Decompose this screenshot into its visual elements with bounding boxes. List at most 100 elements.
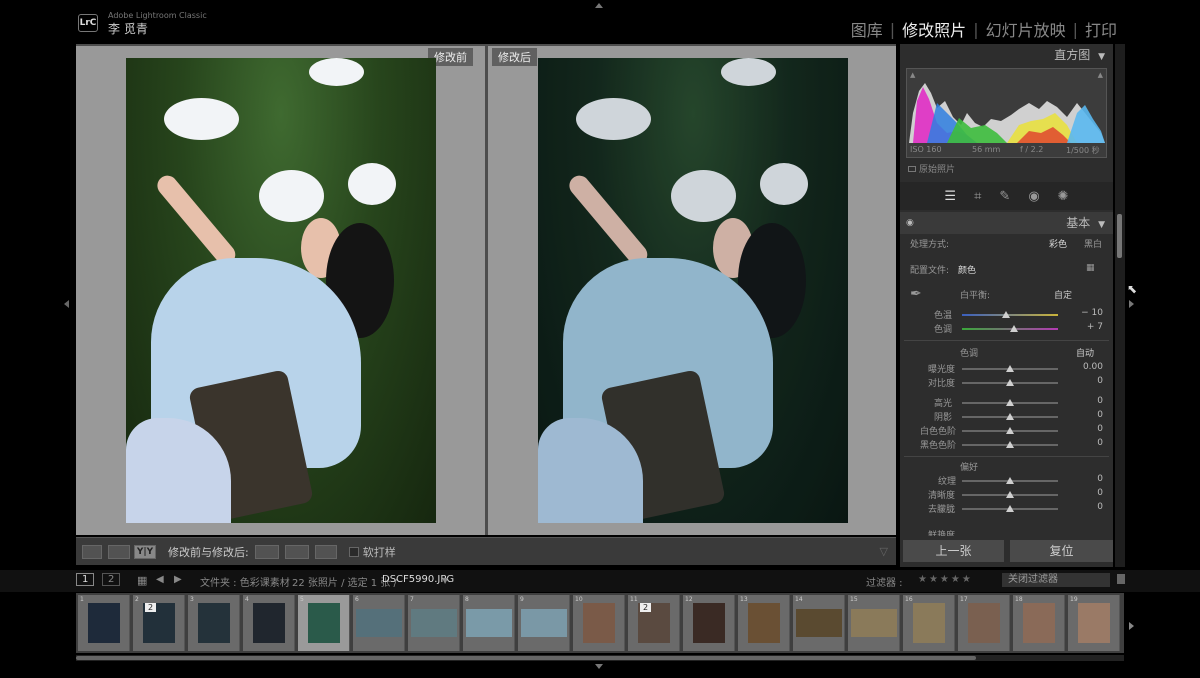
scrollbar-thumb[interactable]	[1117, 214, 1122, 258]
basic-header[interactable]: ◉ 基本 ▼	[900, 212, 1113, 234]
texture-slider-thumb[interactable]	[1006, 477, 1014, 484]
clarity-slider[interactable]	[962, 491, 1058, 498]
filmstrip-thumbnail[interactable]: 17	[958, 595, 1010, 651]
scrollbar-thumb[interactable]	[76, 656, 976, 660]
filmstrip-thumbnail[interactable]: 1	[78, 595, 130, 651]
filmstrip-thumbnail[interactable]: 18	[1013, 595, 1065, 651]
tint-slider-thumb[interactable]	[1010, 325, 1018, 332]
collapse-bottom-panel-icon[interactable]	[595, 664, 603, 669]
shadows-slider-thumb[interactable]	[1006, 413, 1014, 420]
grid-icon[interactable]: ▦	[137, 574, 147, 587]
filmstrip-scrollbar[interactable]	[76, 655, 1124, 661]
clarity-slider-thumb[interactable]	[1006, 491, 1014, 498]
module-develop[interactable]: 修改照片	[895, 17, 973, 41]
filter-select[interactable]: 关闭过滤器	[1002, 573, 1110, 587]
dehaze-value[interactable]: 0	[1097, 502, 1103, 512]
filmstrip-thumbnail[interactable]: 13	[738, 595, 790, 651]
forward-arrow-icon[interactable]: ▶	[174, 574, 182, 585]
after-view[interactable]: 修改后	[488, 46, 896, 535]
temp-slider-thumb[interactable]	[1002, 311, 1010, 318]
temp-value[interactable]: − 10	[1081, 308, 1103, 318]
filmstrip[interactable]: 1 2 2 3 4 5 6 7 8 9 10 11 2 12 13 14 15 16 17 18 19	[76, 593, 1124, 653]
right-panel-scrollbar[interactable]	[1115, 44, 1125, 567]
filmstrip-thumbnail[interactable]: 8	[463, 595, 515, 651]
collapse-top-panel-icon[interactable]	[595, 3, 603, 8]
highlights-slider[interactable]	[962, 399, 1058, 406]
filmstrip-thumbnail[interactable]: 4	[243, 595, 295, 651]
treatment-color[interactable]: 彩色	[1049, 237, 1067, 250]
tint-slider[interactable]	[962, 325, 1058, 332]
exposure-slider[interactable]	[962, 365, 1058, 372]
blacks-value[interactable]: 0	[1097, 438, 1103, 448]
treatment-bw[interactable]: 黑白	[1084, 237, 1102, 250]
blacks-slider[interactable]	[962, 441, 1058, 448]
crop-icon[interactable]: ⌗	[974, 189, 981, 204]
back-arrow-icon[interactable]: ◀	[156, 574, 164, 585]
highlight-clipping-icon[interactable]: ▲	[1098, 71, 1103, 79]
filmstrip-thumbnail[interactable]: 7	[408, 595, 460, 651]
copy-before-to-after-button[interactable]	[254, 544, 279, 559]
temp-slider[interactable]	[962, 311, 1058, 318]
rating-filter-stars[interactable]: ★★★★★	[918, 574, 973, 585]
soft-proof-checkbox[interactable]	[348, 546, 359, 557]
texture-slider[interactable]	[962, 477, 1058, 484]
filmstrip-thumbnail[interactable]: 14	[793, 595, 845, 651]
texture-value[interactable]: 0	[1097, 474, 1103, 484]
filmstrip-thumbnail[interactable]: 19	[1068, 595, 1120, 651]
filter-lock-icon[interactable]	[1117, 574, 1125, 584]
filmstrip-thumbnail[interactable]: 11 2	[628, 595, 680, 651]
shadow-clipping-icon[interactable]: ▲	[910, 71, 915, 79]
histogram-header[interactable]: 直方图 ▼	[900, 44, 1113, 66]
original-photo-toggle[interactable]: 原始照片	[908, 162, 955, 175]
tint-value[interactable]: + 7	[1087, 322, 1103, 332]
filename-dropdown-icon[interactable]: ▼	[442, 576, 448, 585]
healing-icon[interactable]: ✎	[999, 189, 1010, 204]
masking-icon[interactable]: ✺	[1058, 189, 1069, 204]
contrast-value[interactable]: 0	[1097, 376, 1103, 386]
exposure-value[interactable]: 0.00	[1083, 362, 1103, 372]
stack-count-badge[interactable]: 2	[640, 603, 652, 612]
stack-count-badge[interactable]: 2	[145, 603, 157, 612]
whites-slider[interactable]	[962, 427, 1058, 434]
swap-before-after-button[interactable]	[314, 544, 337, 559]
red-eye-icon[interactable]: ◉	[1028, 189, 1039, 204]
filmstrip-thumbnail[interactable]: 3	[188, 595, 240, 651]
grid-view-button[interactable]	[108, 544, 130, 559]
module-print[interactable]: 打印	[1078, 17, 1124, 41]
clarity-value[interactable]: 0	[1097, 488, 1103, 498]
contrast-slider[interactable]	[962, 379, 1058, 386]
highlights-value[interactable]: 0	[1097, 396, 1103, 406]
profile-browser-icon[interactable]: ▦	[1086, 263, 1095, 273]
highlights-slider-thumb[interactable]	[1006, 399, 1014, 406]
filmstrip-thumbnail[interactable]: 22	[133, 595, 185, 651]
toolbar-menu-icon[interactable]: ▽	[880, 545, 888, 558]
exposure-slider-thumb[interactable]	[1006, 365, 1014, 372]
monitor-1-button[interactable]: 1	[76, 573, 95, 586]
collapse-left-panel-icon[interactable]	[64, 300, 69, 308]
eye-icon[interactable]: ◉	[906, 212, 914, 234]
tone-auto-button[interactable]: 自动	[1076, 346, 1094, 359]
before-after-view-button[interactable]: Y|Y	[134, 544, 156, 559]
shadows-value[interactable]: 0	[1097, 410, 1103, 420]
whites-slider-thumb[interactable]	[1006, 427, 1014, 434]
before-view[interactable]: 修改前	[76, 46, 485, 535]
dehaze-slider-thumb[interactable]	[1006, 505, 1014, 512]
filmstrip-thumbnail[interactable]: 9	[518, 595, 570, 651]
source-folder[interactable]: 文件夹 : 色彩课素材	[200, 574, 290, 589]
whites-value[interactable]: 0	[1097, 424, 1103, 434]
reset-button[interactable]: 复位	[1010, 540, 1113, 562]
module-slideshow[interactable]: 幻灯片放映	[979, 17, 1073, 41]
wb-select[interactable]: 自定	[1054, 288, 1072, 301]
eyedropper-icon[interactable]: ✒	[910, 286, 922, 302]
previous-button[interactable]: 上一张	[903, 540, 1004, 562]
blacks-slider-thumb[interactable]	[1006, 441, 1014, 448]
collapse-right-panel-icon[interactable]	[1129, 300, 1134, 308]
profile-select[interactable]: 颜色	[958, 263, 976, 276]
filmstrip-thumbnail[interactable]: 12	[683, 595, 735, 651]
filmstrip-thumbnail[interactable]: 16	[903, 595, 955, 651]
filmstrip-thumbnail[interactable]: 5	[298, 595, 350, 651]
dehaze-slider[interactable]	[962, 505, 1058, 512]
filmstrip-next-icon[interactable]	[1129, 622, 1134, 630]
loupe-view-button[interactable]	[82, 544, 102, 559]
copy-after-to-before-button[interactable]	[284, 544, 309, 559]
